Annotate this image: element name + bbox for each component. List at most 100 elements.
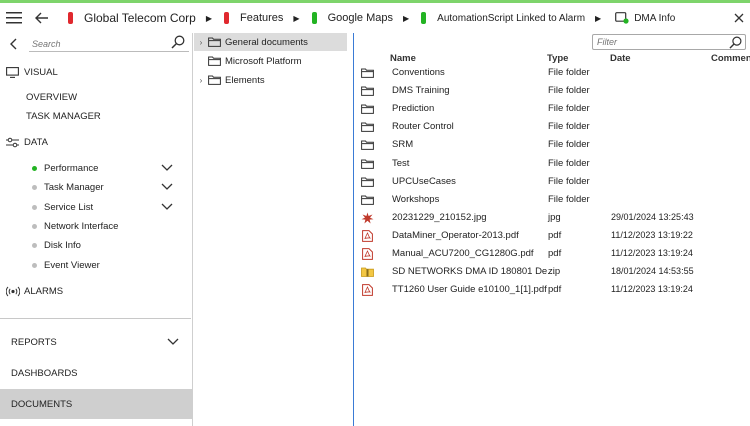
sidebar-item-event-viewer[interactable]: Event Viewer [32, 257, 187, 273]
file-name: Workshops [392, 193, 440, 205]
file-list: Name Type Date Commen Conventions File fo… [354, 33, 750, 426]
file-type: File folder [548, 139, 590, 151]
sidebar-item-reports[interactable]: REPORTS [0, 327, 193, 357]
section-visual[interactable]: VISUAL [0, 63, 193, 81]
expand-arrow-icon[interactable]: › [194, 76, 208, 85]
element-status-marker [421, 12, 427, 24]
arrow-left-icon[interactable] [28, 4, 56, 32]
filter-input[interactable] [597, 36, 717, 48]
breadcrumb-features[interactable]: Features ▶ [212, 3, 300, 33]
table-row[interactable]: Router Control File folder [354, 118, 750, 136]
tree-item-microsoft-platform[interactable]: Microsoft Platform [194, 52, 347, 70]
table-row[interactable]: Manual_ACU7200_CG1280G.pdf pdf 11/12/2023 … [354, 245, 750, 263]
section-alarms[interactable]: ALARMS [0, 282, 193, 300]
section-data[interactable]: DATA [0, 133, 193, 151]
breadcrumb-automationscript[interactable]: AutomationScript Linked to Alarm ▶ [409, 3, 601, 33]
file-type: File folder [548, 103, 590, 115]
chevron-left-icon[interactable] [6, 36, 22, 52]
status-dot [32, 242, 37, 248]
sidebar-item-label: Disk Info [44, 239, 81, 251]
table-row[interactable]: Test File folder [354, 155, 750, 173]
file-date: 18/01/2024 14:53:55 [611, 266, 694, 277]
chevron-down-icon[interactable] [161, 164, 173, 172]
element-status-marker [224, 12, 229, 24]
breadcrumb-label: DMA Info [634, 12, 676, 24]
sidebar-item-disk-info[interactable]: Disk Info [32, 237, 187, 253]
tree-item-label: Microsoft Platform [225, 55, 302, 67]
dma-info-page-icon [615, 12, 629, 24]
breadcrumb-global-telecom-corp[interactable]: Global Telecom Corp ▶ [56, 3, 212, 33]
sidebar-item-label: REPORTS [11, 336, 57, 348]
column-header-comment[interactable]: Commen [711, 53, 750, 64]
table-row[interactable]: Workshops File folder [354, 191, 750, 209]
folder-icon [361, 139, 374, 151]
breadcrumb-label: AutomationScript Linked to Alarm [437, 12, 586, 24]
status-dot [32, 184, 37, 190]
column-header-name[interactable]: Name [390, 53, 416, 64]
chevron-down-icon[interactable] [161, 183, 173, 191]
sidebar-item-dashboards[interactable]: DASHBOARDS [0, 358, 193, 388]
table-row[interactable]: Conventions File folder [354, 64, 750, 82]
element-status-marker [68, 12, 73, 24]
file-type: File folder [548, 121, 590, 133]
file-date: 11/12/2023 13:19:22 [611, 229, 693, 240]
tree-item-elements[interactable]: › Elements [194, 71, 347, 89]
folder-icon [361, 85, 374, 97]
file-type: File folder [548, 67, 590, 78]
file-name: Manual_ACU7200_CG1280G.pdf [392, 248, 534, 259]
column-header-date[interactable]: Date [610, 53, 631, 64]
document-tree: › General documents Microsoft Platform ›… [194, 33, 353, 426]
table-row[interactable]: DataMiner_Operator-2013.pdf pdf 11/12/2023… [354, 227, 750, 245]
sidebar-item-service-list[interactable]: Service List [32, 199, 187, 215]
status-dot [32, 165, 37, 171]
status-dot [32, 262, 37, 268]
close-icon[interactable] [728, 3, 750, 33]
breadcrumb-google-maps[interactable]: Google Maps ▶ [300, 3, 409, 33]
breadcrumb-dma-info[interactable]: DMA Info [601, 3, 675, 33]
sidebar-item-label: Service List [44, 201, 94, 213]
folder-icon [361, 176, 374, 188]
sidebar-item-documents[interactable]: DOCUMENTS [0, 389, 193, 419]
file-date: 11/12/2023 13:19:24 [611, 248, 693, 258]
table-row[interactable]: UPCUseCases File folder [354, 173, 750, 191]
table-row[interactable]: 20231229_210152.jpg jpg 29/01/2024 13:25:4… [354, 209, 750, 227]
sidebar-item-network-interface[interactable]: Network Interface [32, 218, 187, 234]
table-row[interactable]: DMS Training File folder [354, 82, 750, 100]
zip-icon [361, 266, 374, 278]
tree-item-general-documents[interactable]: › General documents [194, 33, 347, 51]
chevron-down-icon[interactable] [167, 338, 179, 346]
file-date: 29/01/2024 13:25:43 [611, 211, 694, 222]
table-row[interactable]: SRM File folder [354, 136, 750, 154]
file-type: File folder [548, 157, 590, 169]
hamburger-icon[interactable] [0, 4, 28, 32]
sidebar-item-task-manager-data[interactable]: Task Manager [32, 179, 187, 195]
file-type: pdf [548, 284, 562, 296]
sidebar-item-overview[interactable]: OVERVIEW [26, 92, 77, 103]
tree-item-label: Elements [225, 74, 265, 86]
expand-arrow-icon[interactable]: › [194, 38, 208, 47]
file-type: zip [548, 266, 561, 278]
file-type: pdf [548, 229, 562, 241]
table-row[interactable]: SD NETWORKS DMA ID 180801 De... zip 18/01/… [354, 263, 750, 281]
breadcrumb-label: Global Telecom Corp [84, 11, 196, 25]
folder-icon [361, 103, 374, 115]
search-icon[interactable] [729, 36, 742, 49]
column-header-type[interactable]: Type [547, 53, 568, 64]
file-name: DataMiner_Operator-2013.pdf [392, 229, 519, 241]
sidebar-item-performance[interactable]: Performance [32, 160, 187, 176]
file-name: DMS Training [392, 85, 450, 97]
folder-icon [361, 121, 374, 133]
sidebar-search-input[interactable] [29, 36, 189, 52]
folder-icon [208, 37, 222, 48]
section-alarms-label: ALARMS [24, 285, 64, 297]
file-name: 20231229_210152.jpg [392, 211, 487, 223]
chevron-down-icon[interactable] [161, 203, 173, 211]
file-name: TT1260 User Guide e10100_1[1].pdf [392, 284, 547, 296]
sidebar-divider [0, 318, 191, 319]
monitor-icon [6, 66, 20, 78]
table-row[interactable]: TT1260 User Guide e10100_1[1].pdf pdf 11/1… [354, 281, 750, 299]
broadcast-icon [6, 286, 20, 297]
table-row[interactable]: Prediction File folder [354, 100, 750, 118]
sidebar-item-task-manager[interactable]: TASK MANAGER [26, 111, 101, 122]
search-icon[interactable] [171, 35, 185, 49]
